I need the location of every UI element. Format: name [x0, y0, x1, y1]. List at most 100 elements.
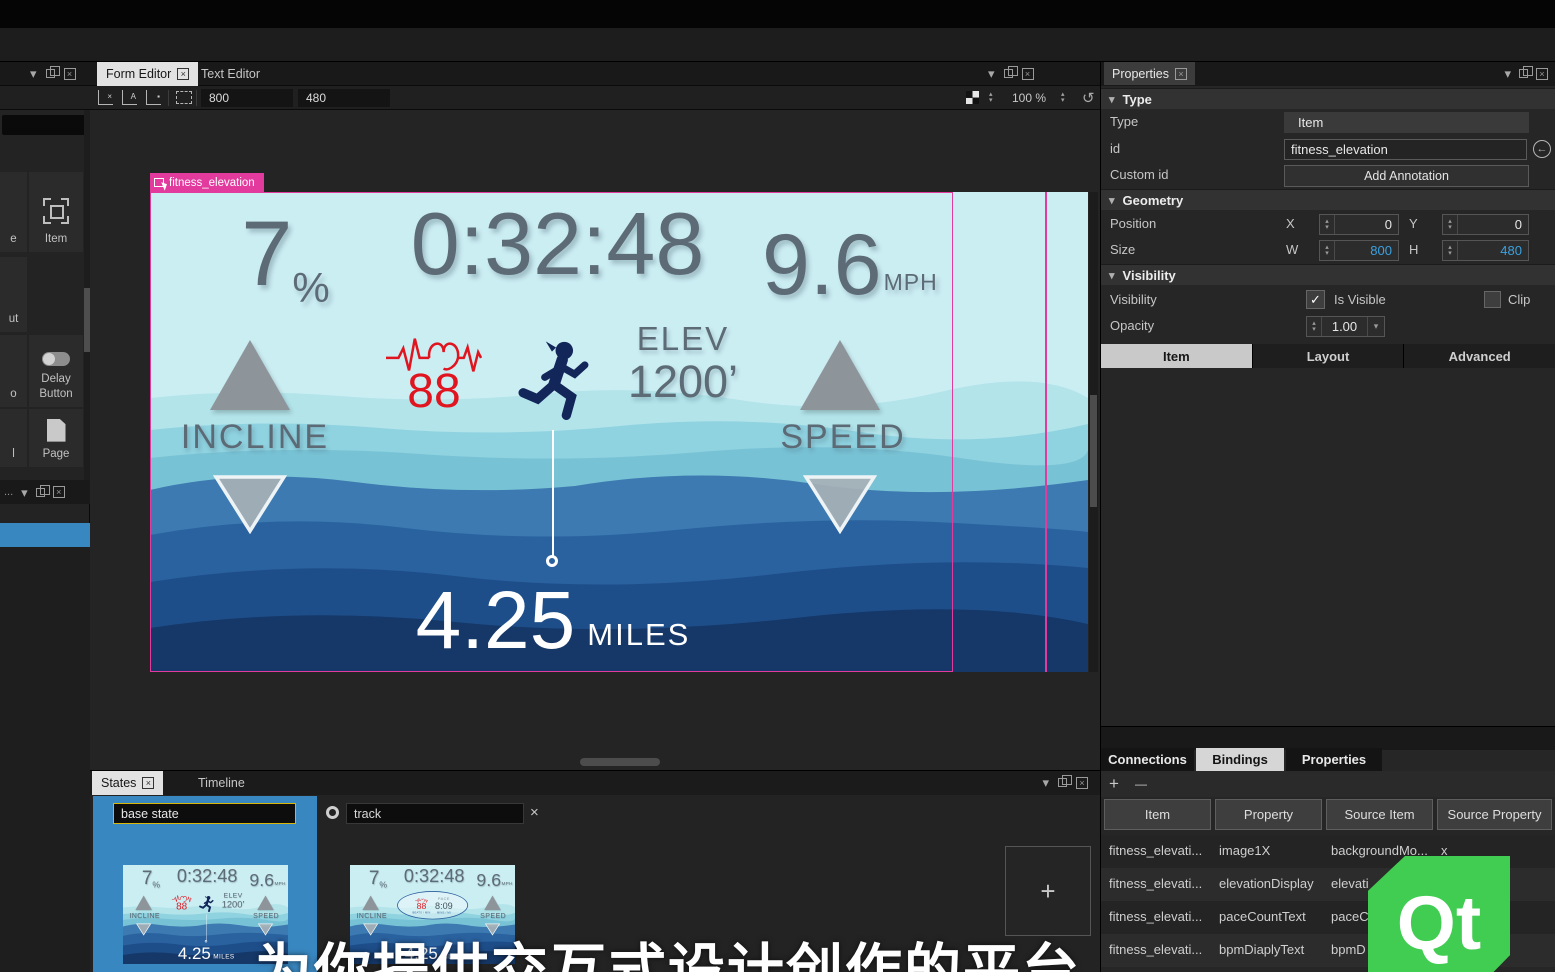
- float-panel-icon[interactable]: [1003, 66, 1018, 78]
- stepper-icon[interactable]: [1443, 241, 1458, 260]
- chevron-down-icon[interactable]: [30, 67, 37, 80]
- section-type[interactable]: Type: [1101, 88, 1555, 109]
- library-item-page[interactable]: Page: [29, 409, 83, 467]
- is-visible-checkbox[interactable]: [1306, 290, 1325, 309]
- library-item-partial[interactable]: ut: [0, 257, 27, 332]
- library-search-input[interactable]: [2, 115, 86, 135]
- close-panel-icon[interactable]: [1076, 776, 1088, 789]
- cell-property: paceCountText: [1219, 909, 1306, 924]
- form-zoom-level[interactable]: 100 %: [1012, 91, 1046, 105]
- background-checker-icon[interactable]: [966, 91, 979, 104]
- tab-layout[interactable]: Layout: [1252, 344, 1405, 368]
- chevron-down-icon[interactable]: [988, 67, 995, 80]
- stepper-icon[interactable]: [1443, 215, 1458, 234]
- opacity-spinbox[interactable]: 1.00: [1306, 316, 1385, 337]
- library-item-delay-button[interactable]: Delay Button: [29, 335, 83, 407]
- revert-icon[interactable]: [1533, 140, 1551, 158]
- library-item-partial[interactable]: o: [0, 335, 27, 407]
- export-alias-icon[interactable]: A: [122, 90, 137, 105]
- x-label: X: [1286, 216, 1295, 231]
- close-tab-icon[interactable]: [142, 777, 155, 789]
- stepper-icon[interactable]: [1307, 317, 1322, 336]
- tab-advanced[interactable]: Advanced: [1404, 344, 1555, 368]
- tab-bindings[interactable]: Bindings: [1196, 748, 1284, 771]
- y-label: Y: [1409, 216, 1418, 231]
- type-value[interactable]: Item: [1284, 112, 1529, 133]
- export-item-icon[interactable]: ▪: [146, 90, 161, 105]
- width-spinbox[interactable]: 800: [1319, 240, 1399, 261]
- float-panel-icon[interactable]: [45, 66, 60, 78]
- close-panel-icon[interactable]: [1536, 67, 1548, 80]
- speed-up-arrow[interactable]: [257, 895, 274, 911]
- chevron-down-icon[interactable]: [1504, 67, 1511, 80]
- stepper-icon[interactable]: [989, 92, 993, 104]
- library-item-partial[interactable]: e: [0, 172, 27, 252]
- speed-up-arrow[interactable]: [484, 895, 501, 911]
- close-panel-icon[interactable]: [1021, 67, 1034, 80]
- w-label: W: [1286, 242, 1299, 257]
- section-geometry[interactable]: Geometry: [1101, 189, 1555, 210]
- clip-checkbox[interactable]: [1484, 291, 1501, 308]
- workout-time: 0:32:48: [176, 865, 238, 886]
- add-state-button[interactable]: [1005, 846, 1091, 936]
- canvas-height-field[interactable]: 480: [298, 89, 390, 107]
- float-panel-icon[interactable]: [1058, 775, 1072, 787]
- navigator-selected-row[interactable]: [0, 523, 90, 547]
- close-tab-icon[interactable]: [177, 68, 190, 80]
- add-binding-icon[interactable]: [1109, 774, 1119, 794]
- canvas-frame: fitness_elevation 7% 0:32:48 9.6 MPH 88 E…: [150, 173, 1088, 672]
- delete-state-icon[interactable]: [530, 804, 539, 821]
- tab-form-editor[interactable]: Form Editor: [97, 62, 199, 86]
- canvas-horizontal-scrollbar[interactable]: [580, 758, 660, 766]
- incline-value: 7%: [368, 867, 388, 890]
- height-spinbox[interactable]: 480: [1442, 240, 1529, 261]
- remove-binding-icon[interactable]: [1135, 775, 1147, 793]
- library-item-label: e: [10, 232, 17, 245]
- incline-up-arrow[interactable]: [135, 895, 152, 911]
- float-panel-icon[interactable]: [1519, 66, 1533, 78]
- selection-tag[interactable]: fitness_elevation: [150, 173, 264, 192]
- canvas-vertical-scrollbar[interactable]: [1089, 192, 1098, 672]
- canvas-frame-icon[interactable]: [176, 91, 192, 104]
- size-row: Size W 800 H 480: [1101, 238, 1555, 263]
- chevron-down-icon[interactable]: [21, 486, 28, 499]
- library-item-label: Delay Button: [39, 373, 73, 400]
- canvas-width-field[interactable]: 800: [201, 89, 293, 107]
- close-panel-icon[interactable]: [63, 67, 76, 80]
- close-tab-icon[interactable]: [1174, 67, 1187, 80]
- library-item-partial[interactable]: l: [0, 409, 27, 467]
- library-item-item[interactable]: Item: [29, 172, 83, 252]
- incline-up-arrow[interactable]: [362, 895, 379, 911]
- tab-states[interactable]: States: [92, 771, 164, 795]
- gear-icon[interactable]: [326, 806, 339, 819]
- tab-text-editor[interactable]: Text Editor: [192, 62, 269, 86]
- states-panel-header: States Timeline: [90, 771, 1100, 795]
- main-toolbar: 100 % Default Default Essentials Screen0…: [0, 28, 1555, 84]
- export-x-icon[interactable]: ×: [98, 90, 113, 105]
- section-visibility[interactable]: Visibility: [1101, 264, 1555, 285]
- tab-item[interactable]: Item: [1101, 344, 1253, 368]
- track-state-name-field[interactable]: track: [346, 803, 524, 824]
- base-state-name-field[interactable]: base state: [113, 803, 296, 824]
- stepper-icon[interactable]: [1061, 92, 1065, 104]
- tab-connection-properties[interactable]: Properties: [1286, 748, 1382, 771]
- y-spinbox[interactable]: 0: [1442, 214, 1529, 235]
- add-annotation-button[interactable]: Add Annotation: [1284, 165, 1529, 187]
- delay-button-icon: [42, 352, 70, 367]
- cell-item: fitness_elevati...: [1109, 843, 1203, 858]
- reset-zoom-icon[interactable]: [1082, 91, 1095, 106]
- float-panel-icon[interactable]: [35, 484, 50, 497]
- tab-properties-panel[interactable]: Properties: [1104, 62, 1195, 85]
- stepper-icon[interactable]: [1320, 215, 1335, 234]
- tab-connections[interactable]: Connections: [1101, 748, 1194, 771]
- chevron-down-icon[interactable]: [1042, 776, 1049, 789]
- incline-down-arrow[interactable]: [136, 923, 152, 936]
- tab-label: States: [101, 776, 137, 790]
- chevron-down-icon[interactable]: [1367, 317, 1384, 336]
- id-input[interactable]: fitness_elevation: [1284, 139, 1527, 160]
- close-panel-icon[interactable]: [52, 486, 65, 498]
- tab-timeline[interactable]: Timeline: [189, 771, 254, 795]
- x-value: 0: [1384, 217, 1392, 232]
- x-spinbox[interactable]: 0: [1319, 214, 1399, 235]
- stepper-icon[interactable]: [1320, 241, 1335, 260]
